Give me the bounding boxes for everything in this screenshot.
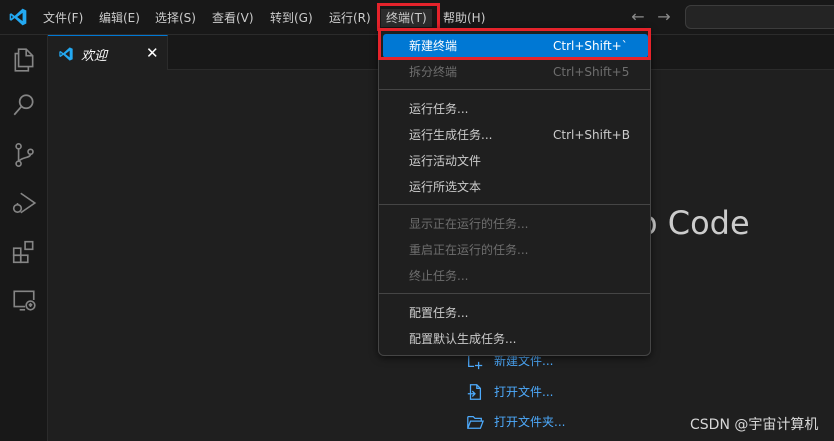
menu-view[interactable]: 查看(V) bbox=[212, 9, 254, 27]
menu-file[interactable]: 文件(F) bbox=[43, 9, 83, 27]
command-center-search[interactable] bbox=[685, 5, 834, 29]
tab-label: 欢迎 bbox=[81, 49, 108, 64]
menu-item-label: 运行任务... bbox=[409, 102, 469, 116]
menu-item-label: 拆分终端 bbox=[409, 65, 458, 79]
menu-item-run-active-file[interactable]: 运行活动文件 bbox=[383, 149, 648, 173]
new-terminal-highlight-box bbox=[378, 28, 651, 60]
search-icon[interactable] bbox=[11, 92, 37, 118]
menu-item-terminate-task[interactable]: 终止任务... bbox=[383, 264, 648, 288]
vscode-tab-icon bbox=[59, 47, 73, 61]
explorer-icon[interactable] bbox=[11, 47, 37, 73]
menu-separator bbox=[379, 204, 650, 205]
start-open-folder[interactable]: 打开文件夹... bbox=[466, 411, 596, 433]
menu-item-label: 运行活动文件 bbox=[409, 154, 482, 168]
menu-item-label: 重启正在运行的任务... bbox=[409, 243, 529, 257]
menu-item-label: 终止任务... bbox=[409, 269, 469, 283]
remote-explorer-icon[interactable] bbox=[11, 287, 37, 313]
menu-item-split-terminal[interactable]: 拆分终端 Ctrl+Shift+5 bbox=[383, 60, 648, 84]
menu-item-shortcut: Ctrl+Shift+B bbox=[553, 128, 630, 142]
start-open-file-label: 打开文件... bbox=[494, 385, 554, 399]
menu-help[interactable]: 帮助(H) bbox=[443, 9, 485, 27]
menu-separator bbox=[379, 89, 650, 90]
source-control-icon[interactable] bbox=[11, 142, 37, 168]
welcome-title: o Code bbox=[638, 204, 750, 242]
menu-selection[interactable]: 选择(S) bbox=[155, 9, 196, 27]
menu-item-configure-tasks[interactable]: 配置任务... bbox=[383, 301, 648, 325]
run-debug-icon[interactable] bbox=[11, 190, 37, 216]
menu-go[interactable]: 转到(G) bbox=[270, 9, 313, 27]
watermark: CSDN @宇宙计算机 bbox=[690, 417, 819, 433]
start-open-folder-label: 打开文件夹... bbox=[494, 415, 566, 429]
open-folder-icon bbox=[467, 415, 484, 429]
close-icon[interactable]: ✕ bbox=[146, 44, 159, 62]
terminal-menu-highlight-box bbox=[377, 3, 440, 31]
menu-item-run-build-task[interactable]: 运行生成任务... Ctrl+Shift+B bbox=[383, 123, 648, 147]
arrow-left-icon[interactable]: ← bbox=[628, 6, 648, 28]
start-open-file[interactable]: 打开文件... bbox=[466, 381, 596, 403]
menu-item-label: 配置默认生成任务... bbox=[409, 332, 517, 346]
arrow-right-icon[interactable]: → bbox=[654, 6, 674, 28]
menu-item-configure-default-build-task[interactable]: 配置默认生成任务... bbox=[383, 327, 648, 351]
menu-item-run-task[interactable]: 运行任务... bbox=[383, 97, 648, 121]
menu-item-label: 显示正在运行的任务... bbox=[409, 217, 529, 231]
vscode-logo-icon bbox=[9, 8, 27, 26]
menu-item-show-running-tasks[interactable]: 显示正在运行的任务... bbox=[383, 212, 648, 236]
menu-item-shortcut: Ctrl+Shift+5 bbox=[553, 65, 630, 79]
menu-item-label: 运行生成任务... bbox=[409, 128, 493, 142]
menu-item-run-selected-text[interactable]: 运行所选文本 bbox=[383, 175, 648, 199]
menu-item-restart-running-task[interactable]: 重启正在运行的任务... bbox=[383, 238, 648, 262]
extensions-icon[interactable] bbox=[11, 239, 37, 265]
menu-item-label: 运行所选文本 bbox=[409, 180, 482, 194]
activity-bar bbox=[0, 35, 48, 441]
open-file-icon bbox=[467, 384, 482, 400]
menu-edit[interactable]: 编辑(E) bbox=[99, 9, 140, 27]
menu-run[interactable]: 运行(R) bbox=[329, 9, 371, 27]
menu-item-label: 配置任务... bbox=[409, 306, 469, 320]
terminal-menu-dropdown: 新建终端 Ctrl+Shift+` 拆分终端 Ctrl+Shift+5 运行任务… bbox=[378, 28, 651, 356]
menu-separator bbox=[379, 293, 650, 294]
tab-welcome[interactable]: 欢迎 ✕ bbox=[48, 35, 168, 70]
